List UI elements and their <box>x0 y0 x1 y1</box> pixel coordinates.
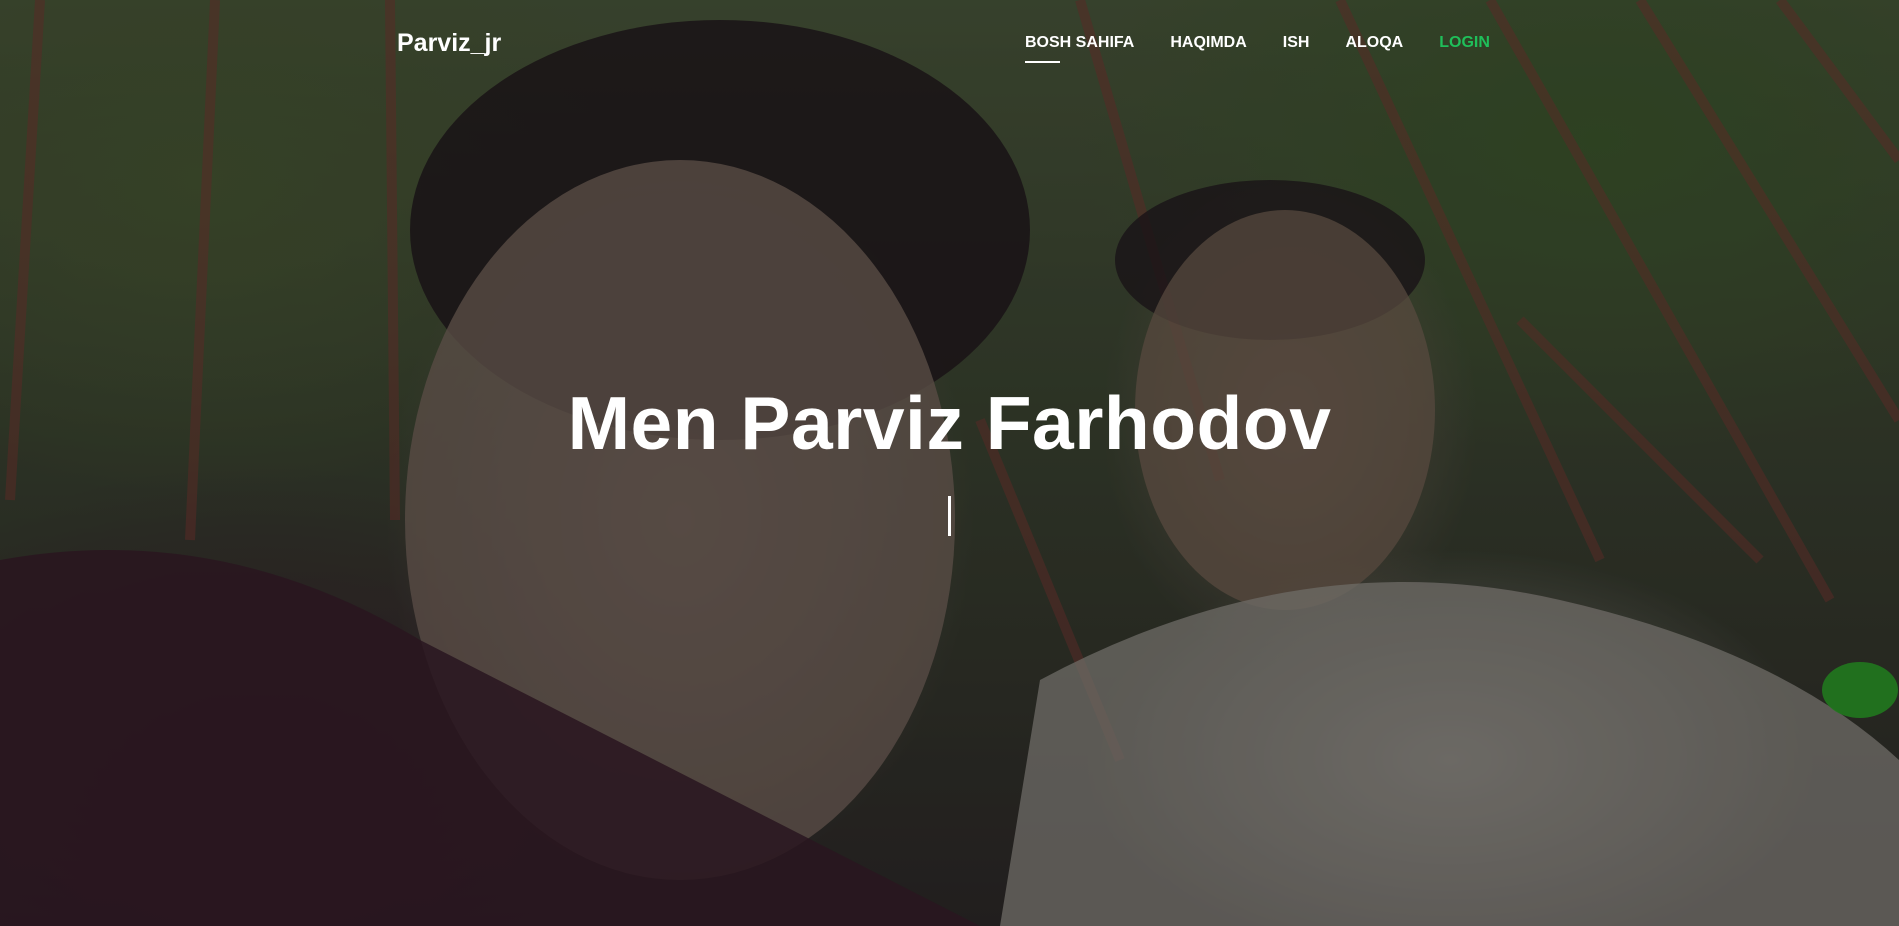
hero-section: Parviz_jr BOSH SAHIFA HAQIMDA ISH ALOQA … <box>0 0 1899 926</box>
hero-content: Men Parviz Farhodov <box>0 380 1899 540</box>
nav-link-login[interactable]: LOGIN <box>1439 34 1490 52</box>
nav-link-aloqa[interactable]: ALOQA <box>1345 34 1403 52</box>
nav-link-ish[interactable]: ISH <box>1283 34 1310 52</box>
typing-cursor <box>948 496 951 537</box>
nav-link-bosh-sahifa[interactable]: BOSH SAHIFA <box>1025 34 1134 63</box>
nav-menu: BOSH SAHIFA HAQIMDA ISH ALOQA LOGIN <box>1025 34 1490 63</box>
hero-title: Men Parviz Farhodov <box>567 381 1332 465</box>
top-navbar: Parviz_jr BOSH SAHIFA HAQIMDA ISH ALOQA … <box>0 0 1899 88</box>
brand-logo-link[interactable]: Parviz_jr <box>397 29 501 58</box>
nav-link-haqimda[interactable]: HAQIMDA <box>1170 34 1246 52</box>
typed-text-line <box>0 496 1899 540</box>
